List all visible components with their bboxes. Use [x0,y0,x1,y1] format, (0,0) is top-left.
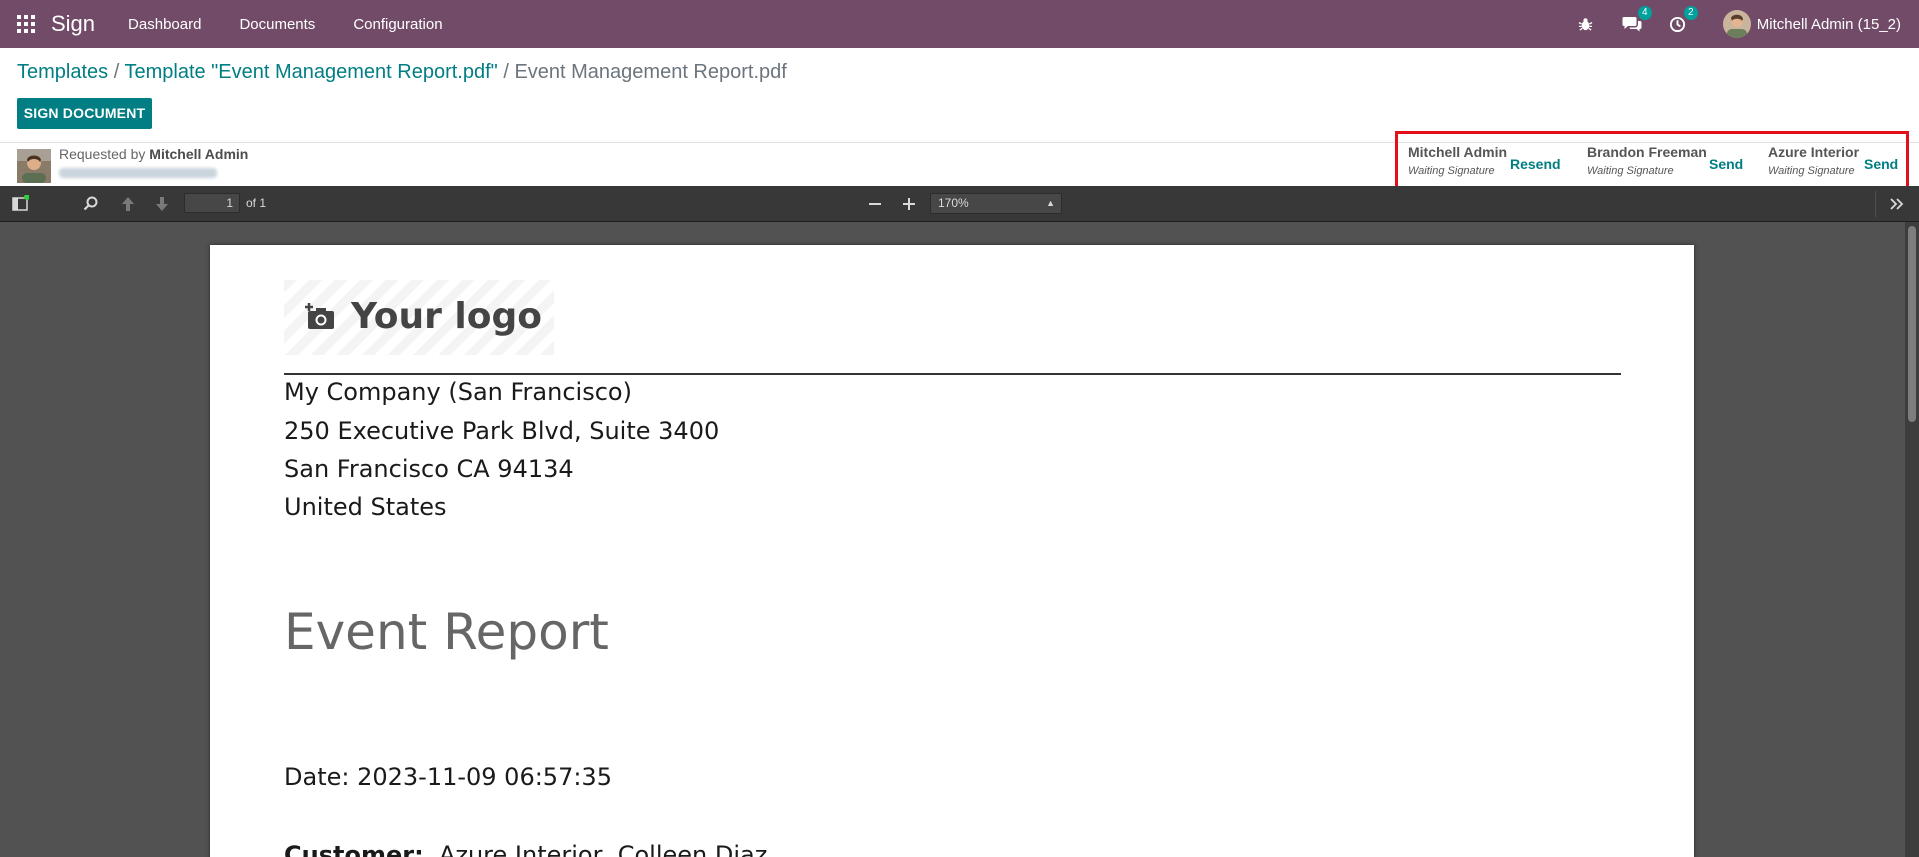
tools-icon[interactable] [1888,195,1906,213]
select-arrows-icon: ▲ [1046,198,1055,208]
breadcrumb-separator: / [108,61,125,83]
zoom-out-icon[interactable] [866,195,884,213]
user-avatar[interactable] [1722,10,1751,38]
signer-state: Waiting Signature [1587,165,1674,177]
apps-menu-icon[interactable] [17,15,35,33]
company-name: My Company (San Francisco) [284,378,632,406]
page-number-input[interactable]: 1 [184,193,240,213]
company-city: San Francisco CA 94134 [284,455,574,483]
messages-count-badge: 4 [1637,6,1652,20]
resend-button[interactable]: Resend [1510,156,1561,172]
signer-state: Waiting Signature [1408,165,1495,177]
report-customer: Customer: Azure Interior, Colleen Diaz [284,841,767,857]
breadcrumb-separator: / [497,61,515,83]
toolbar-divider [1875,191,1876,217]
next-page-icon[interactable] [153,195,171,213]
main-menu: Dashboard Documents Configuration [128,16,481,33]
top-navbar: Sign Dashboard Documents Configuration 4… [0,0,1919,48]
signer-item: Mitchell Admin Waiting Signature [1408,144,1507,177]
send-button[interactable]: Send [1864,156,1898,172]
customer-value: Azure Interior, Colleen Diaz [438,841,768,857]
menu-item-dashboard[interactable]: Dashboard [128,16,201,33]
pdf-page: Your logo My Company (San Francisco) 250… [210,245,1694,857]
signer-item: Azure Interior Waiting Signature [1768,144,1859,177]
scroll-thumb[interactable] [1908,226,1916,422]
camera-add-icon [304,301,336,333]
report-date: Date: 2023-11-09 06:57:35 [284,763,612,791]
zoom-select[interactable]: 170% ▲ [930,193,1062,214]
breadcrumb-template[interactable]: Template "Event Management Report.pdf" [124,61,497,83]
requester-avatar [17,149,51,183]
zoom-in-icon[interactable] [900,195,918,213]
signer-name: Mitchell Admin [1408,144,1508,160]
requested-by-label: Requested by [59,146,150,162]
company-logo: Your logo [284,280,554,355]
company-country: United States [284,493,447,521]
signer-name: Azure Interior [1768,144,1860,160]
pdf-toolbar: 1 of 1 170% ▲ [0,186,1919,222]
page-total-label: of 1 [246,196,267,210]
sidebar-toggle-icon[interactable] [11,194,30,213]
report-title: Event Report [284,603,609,661]
pdf-viewer-area[interactable]: Your logo My Company (San Francisco) 250… [0,222,1919,857]
sign-document-button[interactable]: SIGN DOCUMENT [17,98,152,129]
signer-item: Brandon Freeman Waiting Signature [1587,144,1707,177]
send-button[interactable]: Send [1709,156,1743,172]
breadcrumb-current: Event Management Report.pdf [514,61,787,83]
company-street: 250 Executive Park Blvd, Suite 3400 [284,417,720,445]
user-menu[interactable]: Mitchell Admin (15_2) [1757,16,1901,33]
pdf-scrollbar[interactable] [1905,222,1919,857]
previous-page-icon[interactable] [119,195,137,213]
requested-by-text: Requested by Mitchell Admin [59,146,248,162]
bug-icon[interactable] [1575,13,1597,35]
activities-clock-icon[interactable]: 2 [1667,6,1698,35]
breadcrumb: Templates / Template "Event Management R… [17,61,787,84]
menu-item-configuration[interactable]: Configuration [353,16,442,33]
signers-status-box: Mitchell Admin Waiting Signature Resend … [1395,131,1909,191]
logo-text: Your logo [351,296,542,337]
header-divider [284,373,1621,375]
zoom-value: 170% [938,196,969,210]
signer-name: Brandon Freeman [1587,144,1707,160]
requested-by-name: Mitchell Admin [149,146,249,162]
customer-label: Customer: [284,841,424,857]
activities-count-badge: 2 [1683,6,1698,20]
menu-item-documents[interactable]: Documents [239,16,315,33]
search-icon[interactable] [82,195,100,213]
signer-state: Waiting Signature [1768,165,1855,177]
request-info-bar: Requested by Mitchell Admin Mitchell Adm… [0,131,1919,191]
breadcrumb-templates[interactable]: Templates [17,61,108,83]
navbar-systray: 4 2 Mitchell Admin (15_2) [1551,0,1919,48]
requester-email-blurred [59,168,217,178]
messages-icon[interactable]: 4 [1621,6,1652,35]
app-name[interactable]: Sign [51,11,95,37]
